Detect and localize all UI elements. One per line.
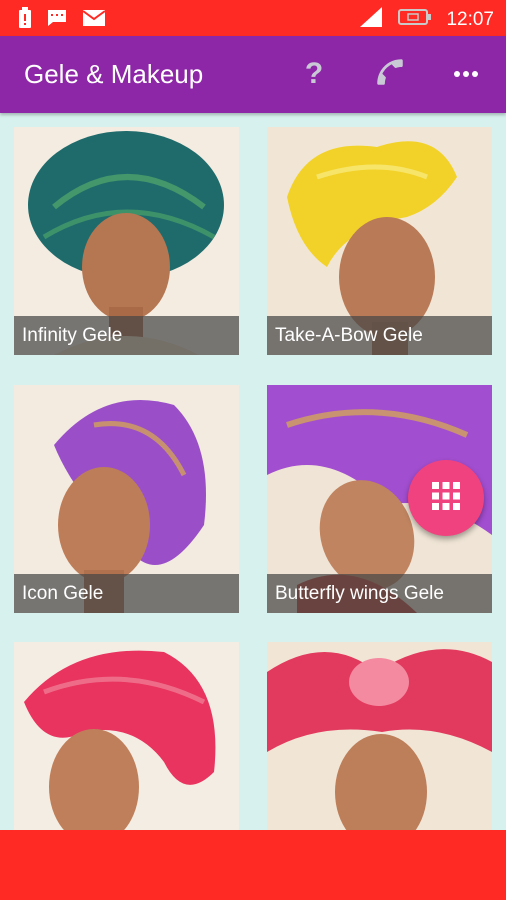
overflow-menu-icon	[453, 65, 479, 83]
call-button[interactable]	[372, 56, 408, 92]
gele-card[interactable]: Infinity Gele	[14, 127, 239, 355]
gele-caption: Butterfly wings Gele	[267, 574, 492, 613]
battery-icon	[398, 8, 432, 31]
apps-fab-button[interactable]	[408, 460, 484, 536]
app-bar: Gele & Makeup ?	[0, 36, 506, 113]
status-bar: 12:07	[0, 0, 506, 36]
message-icon	[46, 8, 68, 33]
signal-icon	[358, 6, 384, 33]
gele-card[interactable]: Icon Gele	[14, 385, 239, 613]
gele-caption: Icon Gele	[14, 574, 239, 613]
gele-caption: Infinity Gele	[14, 316, 239, 355]
overflow-menu-button[interactable]	[448, 56, 484, 92]
battery-alert-icon	[18, 7, 32, 34]
notification-icons	[18, 7, 106, 34]
email-icon	[82, 9, 106, 32]
help-icon: ?	[304, 57, 324, 90]
grid-apps-icon	[430, 480, 462, 517]
app-title: Gele & Makeup	[24, 59, 204, 89]
status-time: 12:07	[446, 8, 494, 30]
help-button[interactable]: ?	[296, 56, 332, 92]
app-actions: ?	[296, 56, 484, 92]
system-icons: 12:07	[358, 6, 494, 33]
gele-caption: Take-A-Bow Gele	[267, 316, 492, 355]
phone-icon	[373, 55, 407, 94]
gele-card[interactable]: Take-A-Bow Gele	[267, 127, 492, 355]
bottom-bar	[0, 830, 506, 900]
